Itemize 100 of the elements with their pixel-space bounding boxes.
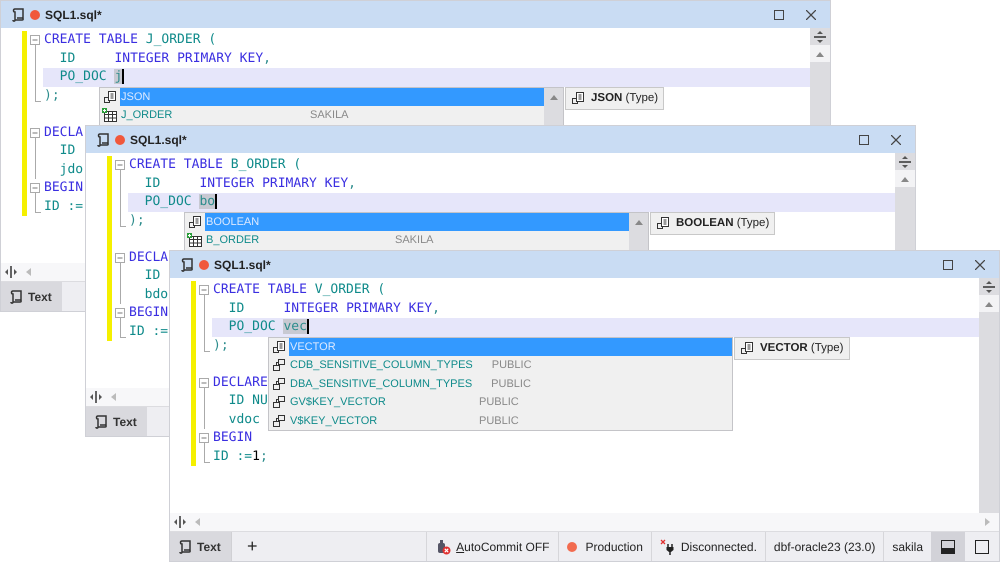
code-line: DECLA <box>44 124 84 142</box>
tooltip-text: JSON (Type) <box>591 92 658 104</box>
panel-icon <box>975 540 989 554</box>
autocommit-off-icon <box>435 538 452 554</box>
code-line: DECLA <box>129 248 168 267</box>
disconnected-plug-icon <box>660 538 676 554</box>
close-icon <box>975 260 985 270</box>
code-line: PO_DOC bo <box>144 193 218 212</box>
scrollbar[interactable] <box>629 212 648 250</box>
fold-toggle-icon[interactable] <box>199 378 209 388</box>
autocommit-button[interactable]: AutoCommit OFF <box>426 532 558 561</box>
split-icon[interactable] <box>814 31 826 43</box>
window-title: SQL1.sql* <box>45 8 102 22</box>
type-icon <box>103 90 117 104</box>
type-icon <box>272 340 286 354</box>
code-line: ); <box>129 212 145 230</box>
scroll-up-icon[interactable] <box>985 300 993 306</box>
fold-toggle-icon[interactable] <box>199 433 209 443</box>
code-line: ID INTEGER PRIMARY KEY, <box>58 50 271 68</box>
synonym-icon <box>272 358 286 372</box>
table-icon <box>102 108 118 122</box>
script-icon <box>8 288 24 304</box>
code-line: CREATE TABLE J_ORDER ( <box>44 31 216 50</box>
code-line: ID <box>58 142 76 160</box>
tooltip-text: VECTOR (Type) <box>760 342 844 354</box>
code-line: DECLARE <box>213 374 268 392</box>
script-icon <box>179 256 195 272</box>
environment-button[interactable]: Production <box>558 532 651 561</box>
code-line: ID INTEGER PRIMARY KEY, <box>228 300 440 318</box>
fold-toggle-icon[interactable] <box>30 35 40 45</box>
split-icon[interactable] <box>90 391 102 403</box>
autocomplete-item[interactable]: V$KEY_VECTOR PUBLIC <box>289 412 732 430</box>
fold-toggle-icon[interactable] <box>115 308 125 318</box>
code-line: BEGIN <box>213 429 252 448</box>
scroll-up-icon[interactable] <box>634 218 642 224</box>
code-line: ID := <box>44 198 84 216</box>
code-line: vdoc <box>228 410 260 429</box>
close-icon <box>806 10 816 20</box>
type-icon <box>740 341 754 355</box>
close-icon <box>891 134 901 144</box>
synonym-icon <box>272 395 286 410</box>
split-icon[interactable] <box>174 516 186 528</box>
code-line: BEGIN <box>44 179 84 198</box>
status-dot <box>566 542 576 552</box>
window-title: SQL1.sql* <box>214 258 271 272</box>
status-dot <box>30 10 40 20</box>
window-title: SQL1.sql* <box>130 132 187 146</box>
scrollbar[interactable] <box>544 88 563 124</box>
fold-toggle-icon[interactable] <box>30 128 40 138</box>
panel-bottom-icon <box>941 540 955 554</box>
code-line: ID INTEGER PRIMARY KEY, <box>144 174 356 193</box>
script-icon <box>93 414 109 430</box>
table-icon <box>187 233 203 248</box>
type-icon <box>188 214 202 229</box>
maximize-icon <box>859 134 869 144</box>
status-item[interactable]: dbf-oracle23 (23.0) <box>764 532 884 561</box>
code-line: ID := <box>129 322 168 341</box>
synonym-icon <box>272 376 286 391</box>
code-line: BEGIN <box>129 304 168 322</box>
fold-toggle-icon[interactable] <box>115 252 125 262</box>
code-line: PO_DOC vec <box>228 318 309 336</box>
script-icon <box>10 6 26 22</box>
split-icon[interactable] <box>899 156 911 168</box>
synonym-icon <box>272 414 286 428</box>
fold-toggle-icon[interactable] <box>30 183 40 193</box>
split-icon[interactable] <box>5 266 17 278</box>
fold-toggle-icon[interactable] <box>199 285 209 295</box>
tab[interactable]: Text <box>170 532 231 561</box>
maximize-icon <box>943 260 953 270</box>
tab[interactable]: Text <box>1 282 62 311</box>
code-line: ID NU <box>228 392 268 410</box>
code-line: ID <box>144 267 160 286</box>
autocomplete-item[interactable]: CDB_SENSITIVE_COLUMN_TYPES PUBLIC <box>289 356 732 374</box>
code-line: CREATE TABLE V_ORDER ( <box>213 281 386 300</box>
code-line: ID :=1; <box>213 448 268 466</box>
code-line: ); <box>44 86 60 105</box>
fold-toggle-icon[interactable] <box>115 160 125 170</box>
code-line: jdo <box>58 160 84 179</box>
tooltip-text: BOOLEAN (Type) <box>676 217 770 229</box>
code-line: bdo <box>144 286 168 304</box>
autocomplete-item[interactable]: J_ORDER SAKILA <box>120 106 544 124</box>
code-line: CREATE TABLE B_ORDER ( <box>129 156 302 174</box>
code-line: ); <box>213 336 229 355</box>
type-icon <box>656 216 670 230</box>
type-icon <box>571 91 585 105</box>
status-dot <box>199 260 209 270</box>
autocomplete-item[interactable]: GV$KEY_VECTOR PUBLIC <box>289 393 732 412</box>
scroll-up-icon[interactable] <box>816 50 824 56</box>
scroll-up-icon[interactable] <box>550 94 558 100</box>
layout-button[interactable] <box>931 532 965 561</box>
add-tab-button[interactable]: + <box>230 532 273 561</box>
connection-button[interactable]: Disconnected. <box>650 532 765 561</box>
code-line: PO_DOC j <box>58 68 124 86</box>
autocomplete-item[interactable]: DBA_SENSITIVE_COLUMN_TYPES PUBLIC <box>289 374 732 393</box>
split-icon[interactable] <box>983 281 995 293</box>
script-icon <box>177 538 193 554</box>
autocomplete-item[interactable]: B_ORDER SAKILA <box>205 231 629 250</box>
tab[interactable]: Text <box>86 407 147 436</box>
status-dot <box>115 134 125 144</box>
scroll-up-icon[interactable] <box>901 176 909 182</box>
